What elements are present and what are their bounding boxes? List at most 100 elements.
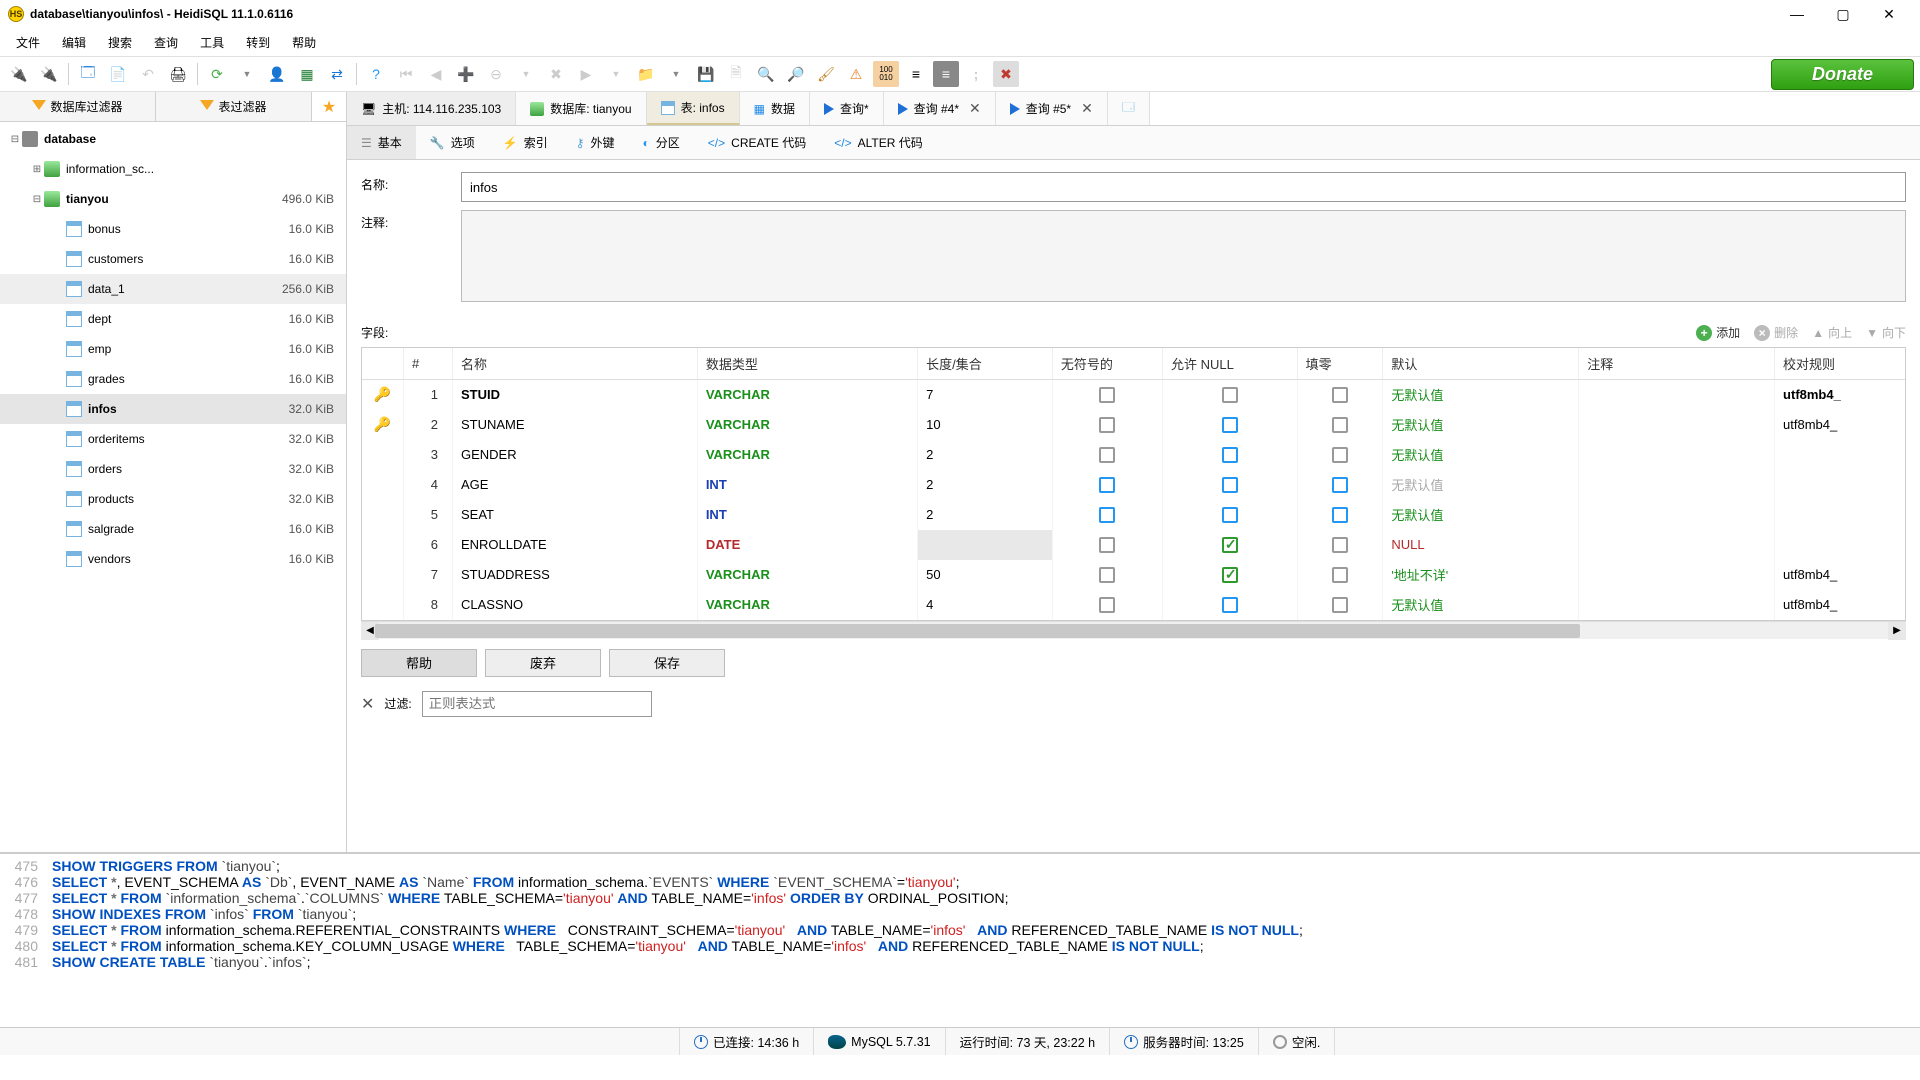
checkbox[interactable] <box>1332 417 1348 433</box>
tool-new-window-icon[interactable]: 🗔 <box>75 61 101 87</box>
tool-refresh-dropdown-icon[interactable]: ▼ <box>234 61 260 87</box>
tree-row[interactable]: orderitems 32.0 KiB <box>0 424 346 454</box>
scroll-thumb[interactable] <box>375 624 1580 638</box>
move-down-button[interactable]: ▼向下 <box>1866 324 1906 341</box>
tree-row[interactable]: infos 32.0 KiB <box>0 394 346 424</box>
checkbox[interactable] <box>1332 537 1348 553</box>
tool-undo-icon[interactable]: ↶ <box>135 61 161 87</box>
filter-input[interactable] <box>422 691 652 717</box>
menu-file[interactable]: 文件 <box>6 30 50 55</box>
checkbox[interactable] <box>1099 597 1115 613</box>
subtab-indexes[interactable]: ⚡索引 <box>489 126 562 159</box>
grid-header[interactable]: 数据类型 <box>697 348 917 380</box>
sql-line[interactable]: 481SHOW CREATE TABLE `tianyou`.`infos`; <box>0 954 1920 970</box>
help-button[interactable]: 帮助 <box>361 649 477 677</box>
tool-zoom2-icon[interactable]: 🔎 <box>783 61 809 87</box>
close-icon[interactable]: ✕ <box>965 100 981 117</box>
checkbox[interactable] <box>1099 537 1115 553</box>
menu-goto[interactable]: 转到 <box>236 30 280 55</box>
sql-line[interactable]: 478SHOW INDEXES FROM `infos` FROM `tiany… <box>0 906 1920 922</box>
tree-row[interactable]: bonus 16.0 KiB <box>0 214 346 244</box>
checkbox[interactable] <box>1332 447 1348 463</box>
add-field-button[interactable]: +添加 <box>1696 324 1740 341</box>
expander-icon[interactable]: ⊞ <box>30 164 44 175</box>
subtab-basic[interactable]: ☰基本 <box>347 126 416 159</box>
sql-line[interactable]: 479SELECT * FROM information_schema.REFE… <box>0 922 1920 938</box>
checkbox[interactable] <box>1222 507 1238 523</box>
close-button[interactable]: ✕ <box>1866 0 1912 28</box>
tree-row[interactable]: customers 16.0 KiB <box>0 244 346 274</box>
delete-field-button[interactable]: ×删除 <box>1754 324 1798 341</box>
subtab-create[interactable]: </>CREATE 代码 <box>694 126 820 159</box>
tool-copy-icon[interactable]: 📄 <box>105 61 131 87</box>
tool-first-icon[interactable]: ⏮ <box>393 61 419 87</box>
grid-header[interactable]: # <box>404 348 453 380</box>
tree-row[interactable]: data_1 256.0 KiB <box>0 274 346 304</box>
tab-query-1[interactable]: 查询* <box>810 92 884 125</box>
checkbox[interactable] <box>1332 507 1348 523</box>
tree-row[interactable]: vendors 16.0 KiB <box>0 544 346 574</box>
tab-host[interactable]: 🖥主机: 114.116.235.103 <box>347 92 516 125</box>
tree-row[interactable]: orders 32.0 KiB <box>0 454 346 484</box>
maximize-button[interactable]: ▢ <box>1820 0 1866 28</box>
tool-add-icon[interactable]: ➕ <box>453 61 479 87</box>
tool-brush-icon[interactable]: 🖌 <box>813 61 839 87</box>
tool-help-icon[interactable]: ? <box>363 61 389 87</box>
checkbox[interactable] <box>1099 447 1115 463</box>
tool-table-icon[interactable]: ▦ <box>294 61 320 87</box>
tool-folder-dropdown-icon[interactable]: ▼ <box>663 61 689 87</box>
tool-wrap2-icon[interactable]: ≡ <box>933 61 959 87</box>
table-comment-input[interactable] <box>461 210 1906 302</box>
grid-header[interactable]: 默认 <box>1383 348 1579 380</box>
tab-data[interactable]: ▦数据 <box>740 92 810 125</box>
tool-export-icon[interactable]: ⇄ <box>324 61 350 87</box>
tool-user-icon[interactable]: 👤 <box>264 61 290 87</box>
discard-button[interactable]: 废弃 <box>485 649 601 677</box>
subtab-alter[interactable]: </>ALTER 代码 <box>820 126 936 159</box>
tree-row[interactable]: emp 16.0 KiB <box>0 334 346 364</box>
database-tree[interactable]: ⊟ database ⊞ information_sc... ⊟ tianyou… <box>0 122 346 852</box>
tab-query-4[interactable]: 查询 #4*✕ <box>884 92 996 125</box>
checkbox[interactable] <box>1332 567 1348 583</box>
tool-run-dropdown-icon[interactable]: ▼ <box>603 61 629 87</box>
checkbox[interactable] <box>1222 567 1238 583</box>
tree-row[interactable]: ⊞ information_sc... <box>0 154 346 184</box>
tool-connect-icon[interactable]: 🔌 <box>6 61 32 87</box>
grid-header[interactable]: 无符号的 <box>1052 348 1162 380</box>
tool-refresh-icon[interactable]: ⟳ <box>204 61 230 87</box>
move-up-button[interactable]: ▲向上 <box>1812 324 1852 341</box>
menu-tools[interactable]: 工具 <box>190 30 234 55</box>
tree-row[interactable]: ⊟ database <box>0 124 346 154</box>
table-row[interactable]: 5 SEAT INT 2 无默认值 <box>362 500 1906 530</box>
sql-line[interactable]: 476SELECT *, EVENT_SCHEMA AS `Db`, EVENT… <box>0 874 1920 890</box>
subtab-partition[interactable]: ◐分区 <box>629 126 694 159</box>
tool-saveall-icon[interactable]: 🗎 <box>723 61 749 87</box>
grid-header[interactable]: 名称 <box>452 348 697 380</box>
table-filter-tab[interactable]: 表过滤器 <box>156 92 312 121</box>
tool-disconnect-icon[interactable]: 🔌 <box>36 61 62 87</box>
tree-row[interactable]: salgrade 16.0 KiB <box>0 514 346 544</box>
checkbox[interactable] <box>1099 507 1115 523</box>
table-row[interactable]: 🔑 2 STUNAME VARCHAR 10 无默认值 utf8mb4_ <box>362 410 1906 440</box>
grid-header[interactable]: 长度/集合 <box>918 348 1053 380</box>
grid-header[interactable]: 校对规则 <box>1775 348 1906 380</box>
tree-row[interactable]: products 32.0 KiB <box>0 484 346 514</box>
tree-row[interactable]: grades 16.0 KiB <box>0 364 346 394</box>
table-row[interactable]: 🔑 1 STUID VARCHAR 7 无默认值 utf8mb4_ <box>362 380 1906 410</box>
table-row[interactable]: 7 STUADDRESS VARCHAR 50 '地址不详' utf8mb4_ <box>362 560 1906 590</box>
table-row[interactable]: 6 ENROLLDATE DATE NULL <box>362 530 1906 560</box>
expander-icon[interactable]: ⊟ <box>8 134 22 145</box>
donate-button[interactable]: Donate <box>1771 59 1914 90</box>
table-row[interactable]: 3 GENDER VARCHAR 2 无默认值 <box>362 440 1906 470</box>
subtab-foreign[interactable]: ⚷外键 <box>562 126 629 159</box>
checkbox[interactable] <box>1099 417 1115 433</box>
checkbox[interactable] <box>1222 537 1238 553</box>
tool-close-icon[interactable]: ✖ <box>993 61 1019 87</box>
checkbox[interactable] <box>1222 417 1238 433</box>
tool-folder-icon[interactable]: 📁 <box>633 61 659 87</box>
expander-icon[interactable]: ⊟ <box>30 194 44 205</box>
table-row[interactable]: 4 AGE INT 2 无默认值 <box>362 470 1906 500</box>
tool-save-icon[interactable]: 💾 <box>693 61 719 87</box>
menu-help[interactable]: 帮助 <box>282 30 326 55</box>
checkbox[interactable] <box>1099 387 1115 403</box>
